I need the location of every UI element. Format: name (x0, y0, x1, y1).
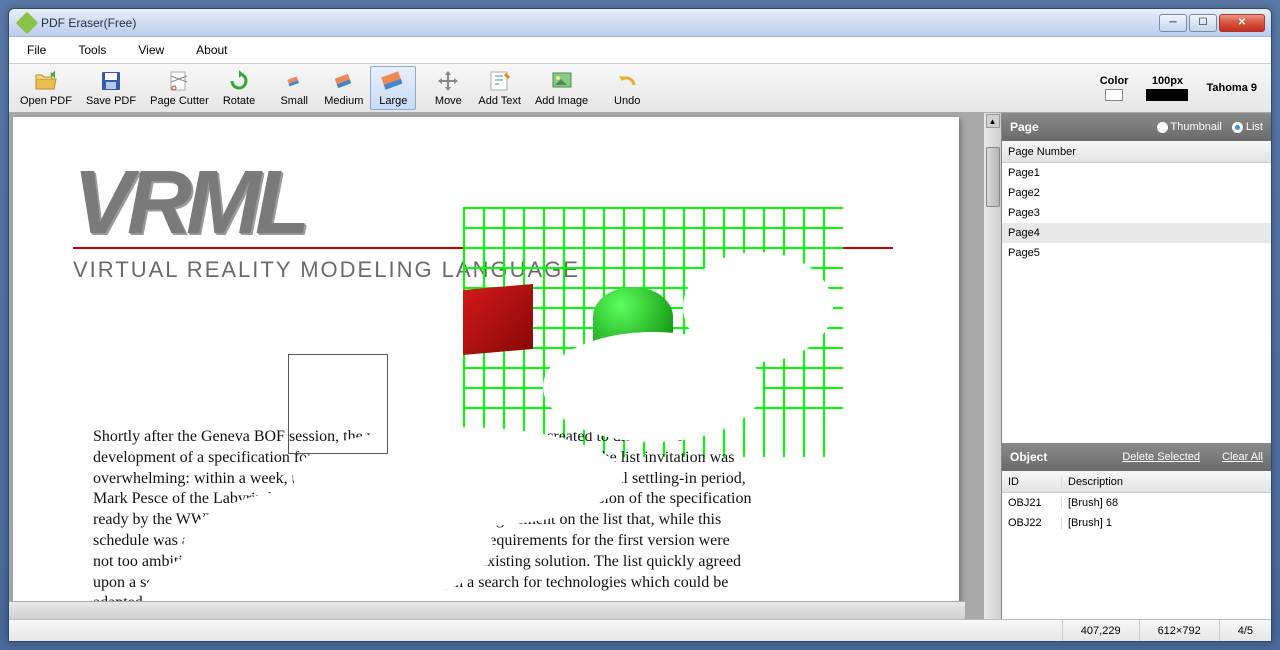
page-list-item[interactable]: Page2 (1002, 183, 1271, 203)
eraser-medium-button[interactable]: Medium (317, 66, 370, 110)
page-list-item[interactable]: Page5 (1002, 243, 1271, 263)
add-text-label: Add Text (478, 95, 521, 107)
toolbar-right-info: Color 100px Tahoma 9 (1100, 75, 1267, 101)
eraser-small-button[interactable]: Small (271, 66, 317, 110)
add-image-button[interactable]: Add Image (528, 66, 595, 110)
content-area: VRML VIRTUAL REALITY MODELING LANGUAGE S… (9, 113, 1271, 619)
save-pdf-button[interactable]: Save PDF (79, 66, 143, 110)
add-image-icon (550, 69, 574, 93)
window-controls: ─ ☐ ✕ (1159, 14, 1265, 32)
scissors-icon (167, 69, 191, 93)
save-pdf-label: Save PDF (86, 95, 136, 107)
side-panel: Page Thumbnail List Page Number Page1Pag… (1001, 113, 1271, 619)
brush-size-label: 100px (1152, 75, 1183, 87)
object-panel-title: Object (1010, 450, 1047, 464)
move-icon (436, 69, 460, 93)
statusbar: 407,229 612×792 4/5 (9, 619, 1271, 641)
eraser-large-icon (381, 69, 405, 93)
page-list-item[interactable]: Page3 (1002, 203, 1271, 223)
color-label: Color (1100, 75, 1129, 87)
view-thumbnail-radio[interactable]: Thumbnail (1157, 121, 1222, 133)
col-id: ID (1002, 476, 1062, 488)
brush-size-bar (1146, 89, 1188, 101)
undo-label: Undo (614, 95, 640, 107)
add-text-button[interactable]: Add Text (471, 66, 528, 110)
rotate-icon (227, 69, 251, 93)
maximize-button[interactable]: ☐ (1189, 14, 1217, 32)
close-button[interactable]: ✕ (1219, 14, 1265, 32)
object-list-item[interactable]: OBJ21[Brush] 68 (1002, 493, 1271, 513)
scroll-up-icon[interactable]: ▲ (986, 114, 1000, 128)
page-cutter-button[interactable]: Page Cutter (143, 66, 216, 110)
app-window: PDF Eraser(Free) ─ ☐ ✕ File Tools View A… (8, 8, 1272, 642)
status-page: 4/5 (1219, 620, 1271, 641)
object-list-item[interactable]: OBJ22[Brush] 1 (1002, 513, 1271, 533)
menu-file[interactable]: File (21, 41, 52, 59)
menubar: File Tools View About (9, 37, 1271, 63)
eraser-small-label: Small (280, 95, 308, 107)
menu-view[interactable]: View (132, 41, 170, 59)
toolbar: Open PDF Save PDF Page Cutter Rotate Sma… (9, 63, 1271, 113)
eraser-medium-label: Medium (324, 95, 363, 107)
add-image-label: Add Image (535, 95, 588, 107)
open-pdf-label: Open PDF (20, 95, 72, 107)
clear-all-link[interactable]: Clear All (1222, 451, 1263, 463)
color-swatch (1105, 89, 1123, 101)
menu-about[interactable]: About (190, 41, 233, 59)
col-desc: Description (1062, 476, 1271, 488)
object-panel-header: Object Delete Selected Clear All (1002, 443, 1271, 471)
minimize-button[interactable]: ─ (1159, 14, 1187, 32)
undo-icon (615, 69, 639, 93)
save-icon (99, 69, 123, 93)
horizontal-scrollbar[interactable] (9, 601, 965, 619)
folder-open-icon (34, 69, 58, 93)
color-picker[interactable]: Color (1100, 75, 1129, 101)
view-list-radio[interactable]: List (1232, 121, 1263, 133)
eraser-small-icon (282, 69, 306, 93)
page-panel-header: Page Thumbnail List (1002, 113, 1271, 141)
eraser-large-button[interactable]: Large (370, 66, 416, 110)
brush-size[interactable]: 100px (1146, 75, 1188, 101)
page-list: Page1Page2Page3Page4Page5 (1002, 163, 1271, 443)
eraser-medium-icon (332, 69, 356, 93)
page-panel-title: Page (1010, 120, 1039, 134)
move-label: Move (435, 95, 462, 107)
pdf-page: VRML VIRTUAL REALITY MODELING LANGUAGE S… (13, 117, 959, 619)
menu-tools[interactable]: Tools (72, 41, 112, 59)
delete-selected-link[interactable]: Delete Selected (1122, 451, 1200, 463)
object-list: OBJ21[Brush] 68OBJ22[Brush] 1 (1002, 493, 1271, 619)
cube-shape (463, 284, 533, 355)
font-label[interactable]: Tahoma 9 (1206, 82, 1257, 94)
move-button[interactable]: Move (425, 66, 471, 110)
rotate-label: Rotate (223, 95, 255, 107)
eraser-cursor (288, 354, 388, 454)
document-viewport[interactable]: VRML VIRTUAL REALITY MODELING LANGUAGE S… (9, 113, 983, 619)
page-cutter-label: Page Cutter (150, 95, 209, 107)
page-list-header: Page Number (1002, 141, 1271, 163)
undo-button[interactable]: Undo (604, 66, 650, 110)
object-list-header: ID Description (1002, 471, 1271, 493)
scroll-thumb[interactable] (986, 147, 1000, 207)
page-list-item[interactable]: Page4 (1002, 223, 1271, 243)
add-text-icon (488, 69, 512, 93)
titlebar: PDF Eraser(Free) ─ ☐ ✕ (9, 9, 1271, 37)
app-icon (16, 11, 39, 34)
rotate-button[interactable]: Rotate (216, 66, 262, 110)
status-coords: 407,229 (1062, 620, 1139, 641)
window-title: PDF Eraser(Free) (41, 16, 136, 30)
vertical-scrollbar[interactable]: ▲ (983, 113, 1001, 619)
status-dimensions: 612×792 (1139, 620, 1219, 641)
eraser-large-label: Large (379, 95, 407, 107)
erase-mark (543, 332, 763, 442)
page-list-item[interactable]: Page1 (1002, 163, 1271, 183)
open-pdf-button[interactable]: Open PDF (13, 66, 79, 110)
